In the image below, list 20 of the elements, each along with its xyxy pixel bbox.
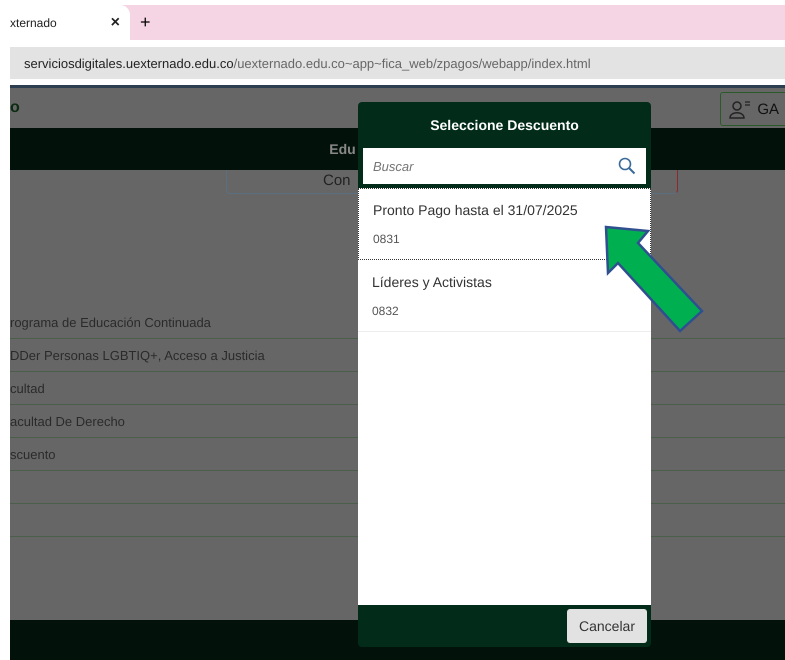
item-code: 0831 — [373, 232, 401, 246]
new-tab-button[interactable]: + — [140, 12, 151, 33]
user-icon — [729, 99, 752, 119]
item-name: Pronto Pago hasta el 31/07/2025 — [373, 202, 579, 218]
dialog-title: Seleccione Descuento — [429, 116, 580, 135]
row-text: rograma de Educación Continuada — [10, 314, 211, 330]
row-text: scuento — [10, 446, 56, 462]
item-name: Líderes y Activistas — [372, 274, 493, 290]
close-tab-button[interactable]: × — [106, 14, 124, 32]
search-field[interactable]: Buscar — [363, 148, 646, 184]
item-code: 0832 — [372, 304, 400, 318]
cancel-button[interactable]: Cancelar — [566, 609, 647, 643]
row-text: cultad — [10, 380, 45, 396]
row-text: acultad De Derecho — [10, 414, 125, 428]
address-bar[interactable]: serviciosdigitales.uexternado.edu.co/uexternado.edu.co~app~fica_web/zpagos/webapp/index.html — [10, 47, 785, 79]
browser-tab[interactable]: xternado × — [10, 5, 130, 40]
row-text: DDer Personas LGBTIQ+, Acceso a Justicia — [10, 348, 265, 362]
logo-text: o — [10, 99, 20, 117]
search-icon — [618, 157, 636, 175]
band-title: Edu — [329, 141, 356, 157]
